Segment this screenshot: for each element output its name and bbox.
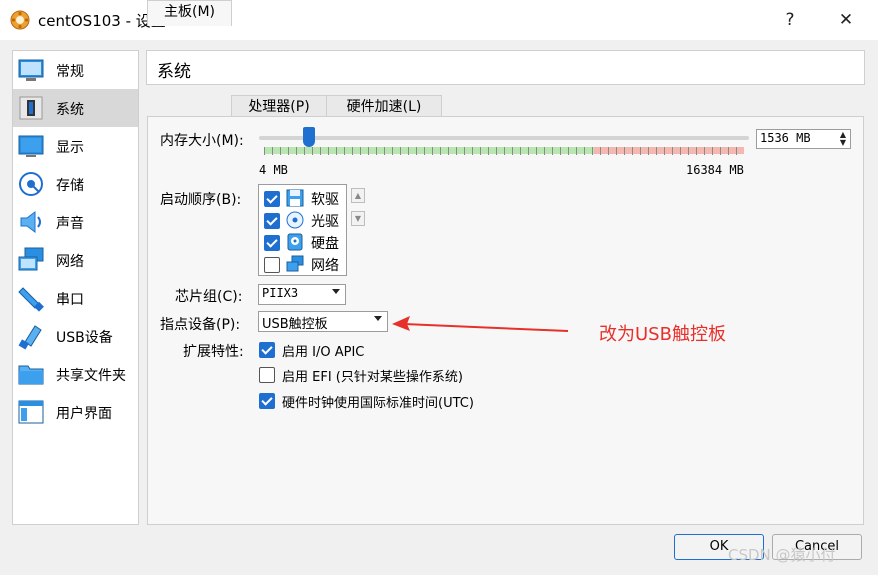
network-icon xyxy=(18,247,44,271)
boot-move-up-icon[interactable]: ▲ xyxy=(351,188,365,203)
boot-network-checkbox[interactable] xyxy=(264,257,280,273)
spin-arrows-icon[interactable]: ▲ ▼ xyxy=(837,131,849,147)
tab-acceleration[interactable]: 硬件加速(L) xyxy=(326,95,442,118)
efi-checkbox[interactable] xyxy=(259,367,275,383)
extended-features-label: 扩展特性: xyxy=(183,344,244,360)
sidebar-item-general[interactable]: 常规 xyxy=(13,51,138,89)
annotation-text: 改为USB触控板 xyxy=(599,324,726,345)
page-header: 系统 xyxy=(146,50,865,85)
settings-sidebar: 常规 系统 显示 存储 声音 网络 串口 USB设备 共享文件夹 用户界面 xyxy=(12,50,139,525)
optical-drive-icon xyxy=(286,211,304,229)
memory-min-label: 4 MB xyxy=(259,163,288,177)
sidebar-item-serial-port[interactable]: 串口 xyxy=(13,279,138,317)
network-icon xyxy=(286,255,304,272)
boot-order-list: 软驱 光驱 硬盘 网络 xyxy=(258,184,347,276)
monitor-icon xyxy=(18,59,44,81)
boot-item-label: 光驱 xyxy=(311,214,339,230)
memory-label: 内存大小(M): xyxy=(160,133,244,149)
utc-label: 硬件时钟使用国际标准时间(UTC) xyxy=(282,396,474,411)
speaker-icon xyxy=(20,211,41,233)
io-apic-label: 启用 I/O APIC xyxy=(282,345,365,360)
chip-icon xyxy=(19,96,43,120)
virtualbox-app-icon xyxy=(10,10,30,30)
window-icon xyxy=(18,400,44,424)
utc-checkbox[interactable] xyxy=(259,393,275,409)
sidebar-item-label: USB设备 xyxy=(56,330,113,346)
sidebar-item-label: 共享文件夹 xyxy=(56,368,126,384)
memory-value: 1536 MB xyxy=(760,131,811,145)
sidebar-item-label: 常规 xyxy=(56,64,84,80)
io-apic-checkbox[interactable] xyxy=(259,342,275,358)
page-title: 系统 xyxy=(157,62,191,82)
boot-item-optical[interactable]: 光驱 xyxy=(259,209,346,231)
boot-item-network[interactable]: 网络 xyxy=(259,253,346,275)
disk-icon xyxy=(19,172,43,196)
memory-slider-track[interactable] xyxy=(259,136,749,140)
chipset-select[interactable]: PIIX3 xyxy=(258,284,346,305)
chipset-value: PIIX3 xyxy=(262,286,299,300)
sidebar-item-system[interactable]: 系统 xyxy=(13,89,138,127)
usb-icon xyxy=(18,325,42,350)
sidebar-item-label: 用户界面 xyxy=(56,406,112,422)
folder-icon xyxy=(18,365,44,385)
sidebar-item-user-interface[interactable]: 用户界面 xyxy=(13,393,138,431)
memory-spinbox[interactable]: 1536 MB ▲ ▼ xyxy=(756,129,851,149)
sidebar-item-label: 串口 xyxy=(56,292,84,308)
boot-hard-disk-checkbox[interactable] xyxy=(264,235,280,251)
sidebar-item-network[interactable]: 网络 xyxy=(13,241,138,279)
boot-optical-checkbox[interactable] xyxy=(264,213,280,229)
efi-label: 启用 EFI (只针对某些操作系统) xyxy=(282,370,463,385)
boot-item-hard-disk[interactable]: 硬盘 xyxy=(259,231,346,253)
pointing-device-value: USB触控板 xyxy=(262,317,328,332)
serial-port-icon xyxy=(18,287,44,312)
tab-processor[interactable]: 处理器(P) xyxy=(231,95,327,118)
memory-slider-ticks xyxy=(264,147,737,155)
chevron-down-icon xyxy=(332,289,340,294)
boot-item-floppy[interactable]: 软驱 xyxy=(259,187,346,209)
boot-item-label: 硬盘 xyxy=(311,236,339,252)
sidebar-item-label: 声音 xyxy=(56,216,84,232)
sidebar-item-label: 网络 xyxy=(56,254,84,270)
annotation-arrow xyxy=(392,316,569,332)
boot-item-label: 网络 xyxy=(311,258,339,274)
sidebar-item-label: 存储 xyxy=(56,178,84,194)
watermark: CSDN @猿小付 xyxy=(728,546,836,564)
display-icon xyxy=(18,135,44,157)
boot-move-down-icon[interactable]: ▼ xyxy=(351,211,365,226)
memory-slider-thumb[interactable] xyxy=(303,127,315,147)
boot-item-label: 软驱 xyxy=(311,192,339,208)
sidebar-item-audio[interactable]: 声音 xyxy=(13,203,138,241)
chipset-label: 芯片组(C): xyxy=(175,289,243,305)
sidebar-item-shared-folders[interactable]: 共享文件夹 xyxy=(13,355,138,393)
memory-max-label: 16384 MB xyxy=(686,163,744,177)
sidebar-item-label: 显示 xyxy=(56,140,84,156)
sidebar-item-usb[interactable]: USB设备 xyxy=(13,317,138,355)
chevron-down-icon xyxy=(374,316,382,321)
floppy-icon xyxy=(286,189,304,207)
help-button[interactable]: ? xyxy=(770,6,810,34)
boot-order-label: 启动顺序(B): xyxy=(160,192,242,208)
sidebar-item-display[interactable]: 显示 xyxy=(13,127,138,165)
sidebar-item-label: 系统 xyxy=(56,102,84,118)
pointing-device-label: 指点设备(P): xyxy=(160,317,241,333)
hard-disk-icon xyxy=(287,233,303,251)
boot-floppy-checkbox[interactable] xyxy=(264,191,280,207)
title-bar: centOS103 - 设置 ? ✕ xyxy=(0,0,878,40)
pointing-device-select[interactable]: USB触控板 xyxy=(258,311,388,332)
close-button[interactable]: ✕ xyxy=(826,6,866,34)
sidebar-item-storage[interactable]: 存储 xyxy=(13,165,138,203)
tab-motherboard[interactable]: 主板(M) xyxy=(147,0,232,26)
